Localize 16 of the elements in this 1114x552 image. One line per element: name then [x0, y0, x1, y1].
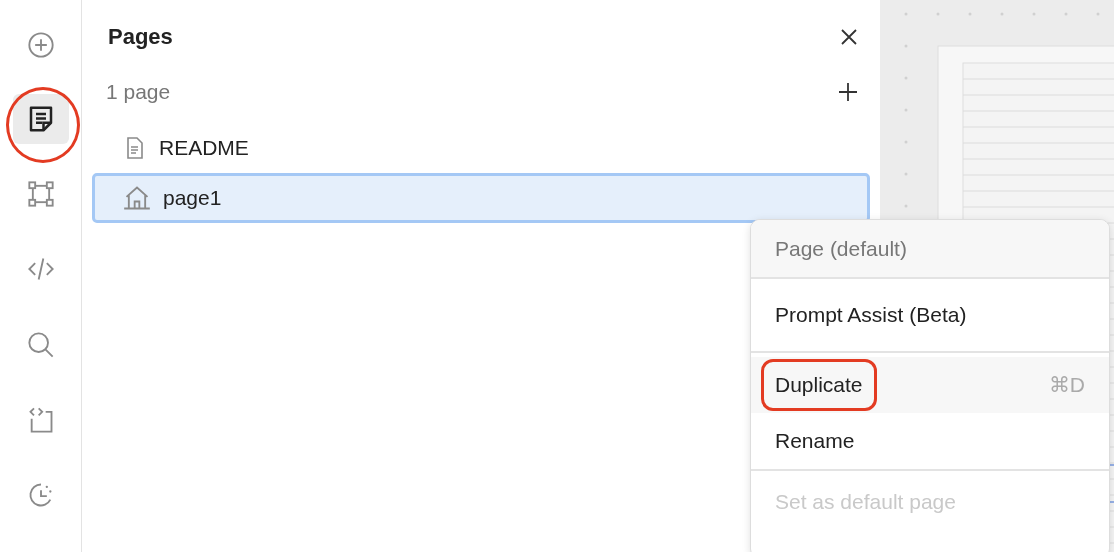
menu-item[interactable]: Duplicate ⌘D [751, 357, 1109, 413]
menu-header: Page (default) [751, 220, 1109, 277]
rail-button[interactable] [12, 94, 69, 145]
search-icon [26, 330, 55, 359]
page-item[interactable]: page1 [92, 173, 870, 223]
page-count: 1 page [106, 79, 171, 106]
close-icon [840, 27, 858, 46]
panel-title: Pages [108, 23, 173, 51]
menu-item[interactable]: Prompt Assist (Beta) [751, 279, 1109, 351]
page-item[interactable]: README [92, 123, 870, 173]
home-icon [123, 184, 151, 212]
plus-icon [838, 82, 858, 102]
shortcut-hint: ⌘D [1048, 372, 1085, 399]
menu-item[interactable]: Rename [751, 413, 1109, 469]
frame-icon [26, 179, 55, 208]
plus-icon [26, 30, 55, 59]
